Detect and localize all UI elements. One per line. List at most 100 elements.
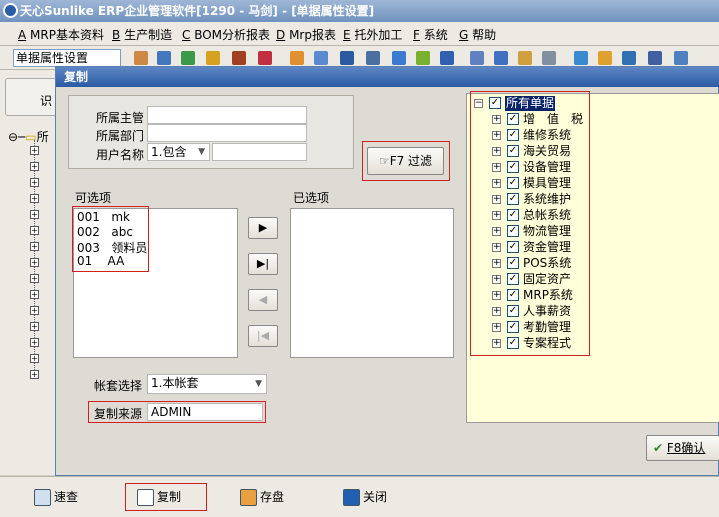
tool-icon-2[interactable] (157, 51, 171, 65)
expand-icon[interactable]: + (492, 179, 501, 188)
tool-icon-13[interactable] (440, 51, 454, 65)
tool-icon-4[interactable] (206, 51, 220, 65)
expand-icon[interactable]: + (492, 211, 501, 220)
tree-expand-icon[interactable]: + (30, 194, 39, 203)
move-left-button[interactable]: ◀ (248, 289, 278, 311)
move-all-right-button[interactable]: ▶| (248, 253, 278, 275)
account-select[interactable]: 1.本帐套 ▼ (147, 374, 267, 394)
tree-expand-icon[interactable]: + (30, 290, 39, 299)
department-field[interactable] (147, 124, 307, 142)
expand-icon[interactable]: + (492, 339, 501, 348)
checkbox-checked-icon[interactable]: ✓ (507, 145, 519, 157)
expand-icon[interactable]: + (492, 131, 501, 140)
dialog-title: 复制 (64, 70, 89, 84)
expand-icon[interactable]: + (492, 291, 501, 300)
tool-icon-6[interactable] (258, 51, 272, 65)
tool-icon-9[interactable] (340, 51, 354, 65)
checkbox-checked-icon[interactable]: ✓ (507, 113, 519, 125)
checkbox-checked-icon[interactable]: ✓ (507, 177, 519, 189)
tool-icon-3[interactable] (181, 51, 195, 65)
expand-icon[interactable]: + (492, 195, 501, 204)
save-button[interactable]: 存盘 (240, 485, 300, 511)
quick-search-button[interactable]: 速查 (34, 485, 94, 511)
expand-icon[interactable]: + (492, 115, 501, 124)
app-icon (3, 3, 18, 18)
checkbox-checked-icon[interactable]: ✓ (507, 225, 519, 237)
tree-expand-icon[interactable]: + (30, 274, 39, 283)
close-button[interactable]: 关闭 (343, 485, 403, 511)
tree-expand-icon[interactable]: + (30, 370, 39, 379)
expand-icon[interactable]: + (492, 259, 501, 268)
tree-expand-icon[interactable]: + (30, 258, 39, 267)
source-field[interactable]: ADMIN (147, 403, 263, 421)
tool-icon-8[interactable] (314, 51, 328, 65)
checkbox-checked-icon[interactable]: ✓ (507, 161, 519, 173)
tool-icon-16[interactable] (518, 51, 532, 65)
tool-icon-22[interactable] (674, 51, 688, 65)
tree-expand-icon[interactable]: + (30, 178, 39, 187)
expand-icon[interactable]: + (492, 307, 501, 316)
module-combo[interactable]: 单据属性设置 (13, 49, 121, 67)
expand-icon[interactable]: + (492, 243, 501, 252)
menu-help[interactable]: G 帮助 (459, 26, 496, 43)
copy-button[interactable]: 复制 (137, 485, 201, 511)
menu-outsourcing[interactable]: E 托外加工 (343, 26, 402, 43)
menu-mrp-basic[interactable]: A MRP基本资料 (18, 26, 104, 43)
list-item[interactable]: 002 abc (77, 225, 133, 239)
tool-icon-5[interactable] (232, 51, 246, 65)
menu-system[interactable]: F 系统 (413, 26, 448, 43)
collapse-icon[interactable]: − (474, 99, 483, 108)
expand-icon[interactable]: + (492, 163, 501, 172)
filter-button[interactable]: ☞F7 过滤 (367, 147, 444, 175)
tool-icon-20[interactable] (622, 51, 636, 65)
checkbox-checked-icon[interactable]: ✓ (507, 305, 519, 317)
tool-icon-21[interactable] (648, 51, 662, 65)
checkbox-checked-icon[interactable]: ✓ (507, 129, 519, 141)
menu-bom-report[interactable]: C BOM分析报表 (182, 26, 270, 43)
tool-icon-12[interactable] (416, 51, 430, 65)
tool-icon-15[interactable] (494, 51, 508, 65)
selected-list[interactable] (290, 208, 454, 358)
tool-icon-17[interactable] (542, 51, 556, 65)
move-all-left-button[interactable]: |◀ (248, 325, 278, 347)
checkbox-checked-icon[interactable]: ✓ (507, 337, 519, 349)
tree-expand-icon[interactable]: + (30, 162, 39, 171)
username-field[interactable] (212, 143, 307, 161)
tree-expand-icon[interactable]: + (30, 354, 39, 363)
move-right-button[interactable]: ▶ (248, 217, 278, 239)
list-item[interactable]: 001 mk (77, 210, 130, 224)
tree-expand-icon[interactable]: + (30, 146, 39, 155)
checkbox-checked-icon[interactable]: ✓ (507, 193, 519, 205)
tree-expand-icon[interactable]: + (30, 338, 39, 347)
supervisor-field[interactable] (147, 106, 307, 124)
tree-expand-icon[interactable]: + (30, 226, 39, 235)
tool-icon-14[interactable] (470, 51, 484, 65)
tree-expand-icon[interactable]: + (30, 322, 39, 331)
expand-icon[interactable]: + (492, 147, 501, 156)
tool-icon-18[interactable] (574, 51, 588, 65)
menu-mrp-report[interactable]: D Mrp报表 (276, 26, 336, 43)
tree-expand-icon[interactable]: + (30, 242, 39, 251)
menu-label: Mrp报表 (289, 28, 336, 42)
tool-icon-1[interactable] (134, 51, 148, 65)
checkbox-checked-icon[interactable]: ✓ (507, 321, 519, 333)
checkbox-checked-icon[interactable]: ✓ (507, 257, 519, 269)
checkbox-checked-icon[interactable]: ✓ (507, 273, 519, 285)
expand-icon[interactable]: + (492, 323, 501, 332)
menu-production[interactable]: B 生产制造 (112, 26, 172, 43)
tool-icon-11[interactable] (392, 51, 406, 65)
tree-expand-icon[interactable]: + (30, 210, 39, 219)
confirm-button[interactable]: ✔ F8确认 (646, 435, 719, 461)
checkbox-checked-icon[interactable]: ✓ (507, 241, 519, 253)
expand-icon[interactable]: + (492, 275, 501, 284)
checkbox-checked-icon[interactable]: ✓ (507, 209, 519, 221)
expand-icon[interactable]: + (492, 227, 501, 236)
tree-expand-icon[interactable]: + (30, 306, 39, 315)
checkbox-checked-icon[interactable]: ✓ (507, 289, 519, 301)
tool-icon-10[interactable] (366, 51, 380, 65)
tool-icon-19[interactable] (598, 51, 612, 65)
checkbox-checked-icon[interactable]: ✓ (489, 97, 501, 109)
list-item[interactable]: 01 AA (77, 254, 124, 268)
tool-icon-7[interactable] (290, 51, 304, 65)
username-operator-select[interactable]: 1.包含 ▼ (147, 143, 210, 161)
